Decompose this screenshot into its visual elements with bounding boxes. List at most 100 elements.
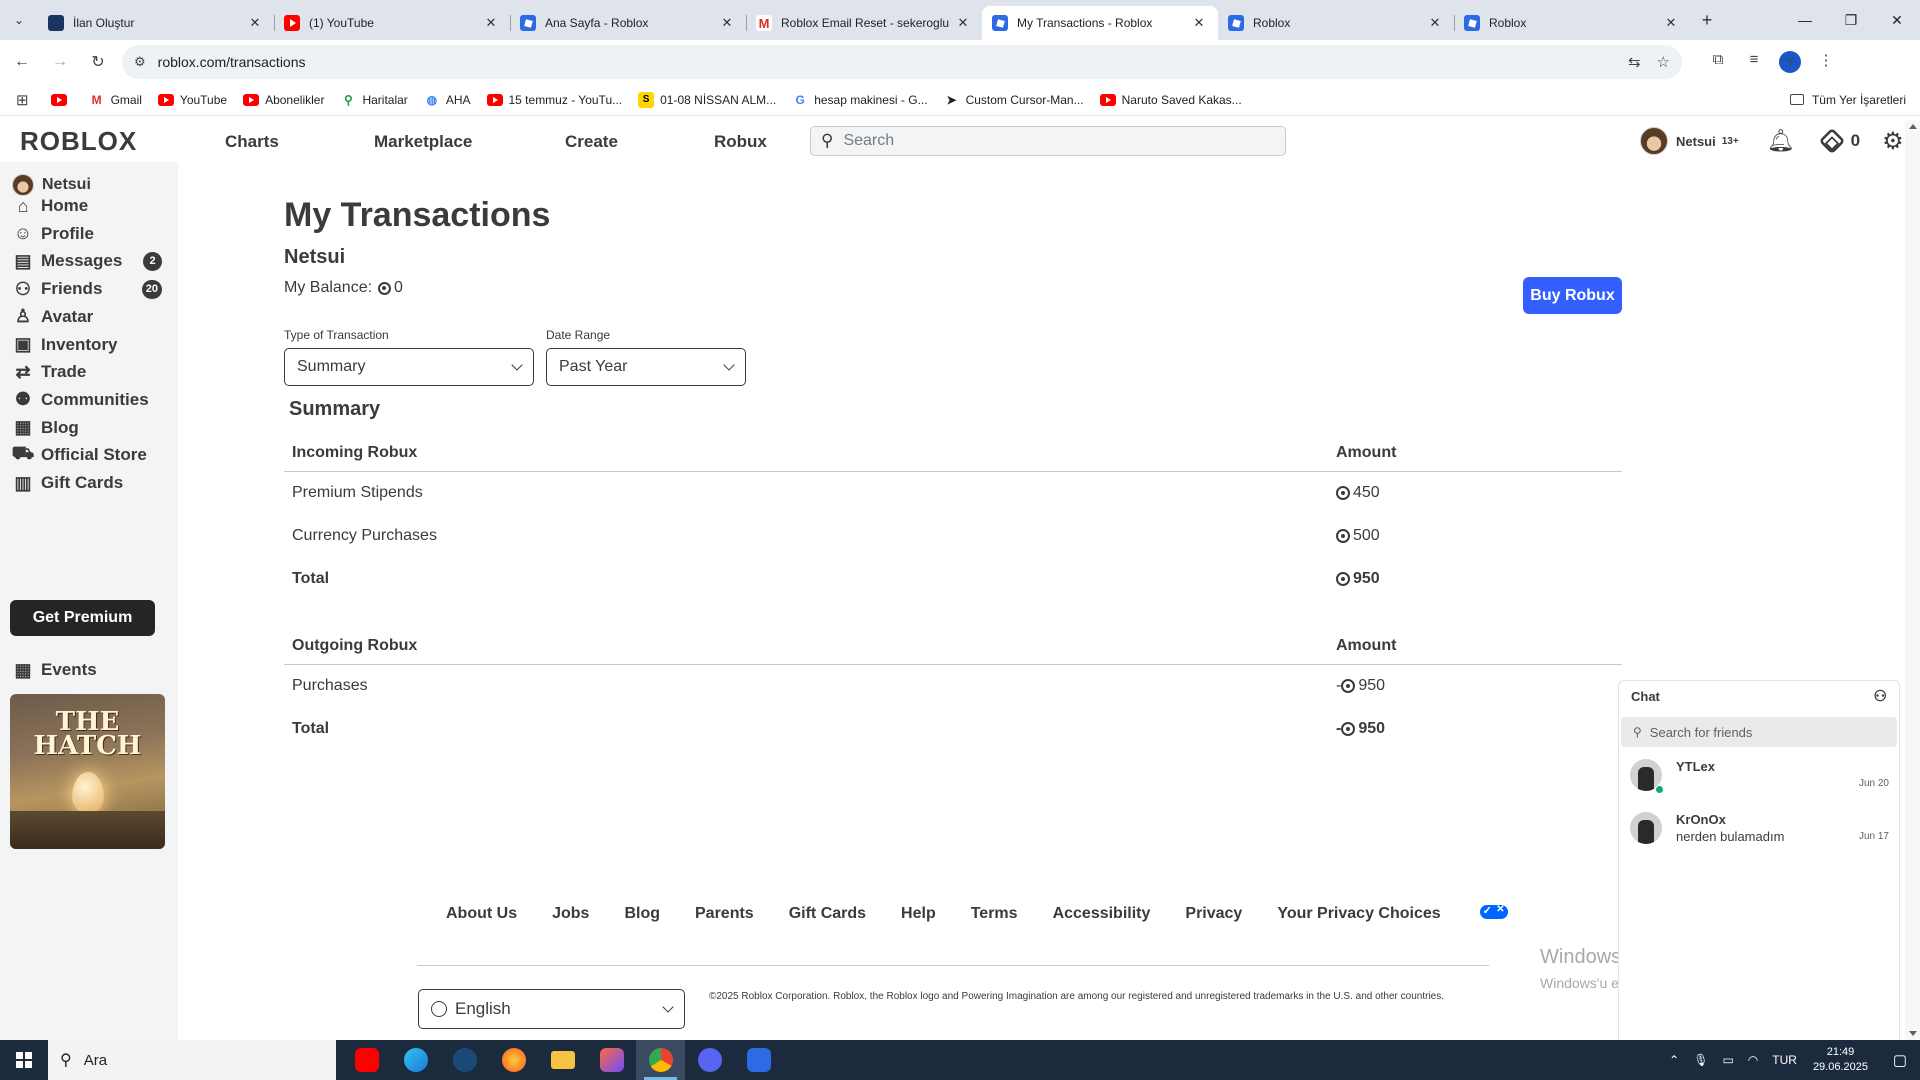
- footer-link-jobs[interactable]: Jobs: [552, 905, 589, 923]
- bookmark-item[interactable]: YouTube: [157, 92, 227, 108]
- scroll-down-icon[interactable]: [1909, 1031, 1917, 1036]
- bookmark-item[interactable]: 15 temmuz - YouTu...: [486, 92, 622, 108]
- footer-link-help[interactable]: Help: [901, 905, 936, 923]
- settings-gear-icon[interactable]: ⚙: [1882, 127, 1904, 156]
- close-tab-icon[interactable]: ✕: [954, 15, 972, 31]
- privacy-choices-icon[interactable]: [1479, 904, 1508, 919]
- nav-charts[interactable]: Charts: [225, 132, 279, 152]
- close-tab-icon[interactable]: ✕: [246, 15, 264, 31]
- sidebar-item-inventory[interactable]: ▣ Inventory: [12, 330, 162, 360]
- nav-create[interactable]: Create: [565, 132, 618, 152]
- translate-icon[interactable]: ⇆: [1628, 53, 1641, 71]
- back-icon[interactable]: ←: [6, 53, 38, 71]
- get-premium-button[interactable]: Get Premium: [10, 600, 155, 636]
- url-text[interactable]: roblox.com/transactions: [158, 54, 1612, 70]
- taskbar-roblox[interactable]: [734, 1040, 783, 1080]
- profile-avatar[interactable]: Y: [1779, 51, 1801, 73]
- display-icon[interactable]: ▭: [1722, 1053, 1733, 1067]
- taskbar-youtube[interactable]: [342, 1040, 391, 1080]
- bookmark-item[interactable]: M Gmail: [89, 92, 142, 108]
- reload-icon[interactable]: ↻: [82, 52, 114, 72]
- robux-balance[interactable]: 0: [1851, 131, 1860, 151]
- taskbar-chrome[interactable]: [636, 1040, 685, 1080]
- apps-grid-icon[interactable]: ⊞: [16, 91, 29, 109]
- site-settings-icon[interactable]: ⚙: [134, 54, 146, 70]
- sidebar-item-profile[interactable]: ☺ Profile: [12, 219, 162, 249]
- tab-search-icon[interactable]: ⌄: [0, 0, 38, 40]
- bookmark-item[interactable]: ➤ Custom Cursor-Man...: [944, 92, 1084, 108]
- media-control-icon[interactable]: ≡: [1736, 51, 1772, 73]
- footer-link-blog[interactable]: Blog: [624, 905, 660, 923]
- sidebar-item-friends[interactable]: ⚇ Friends 20: [12, 274, 162, 304]
- language-select[interactable]: English: [418, 989, 685, 1029]
- buy-robux-button[interactable]: Buy Robux: [1523, 277, 1622, 314]
- sidebar-item-trade[interactable]: ⇄ Trade: [12, 357, 162, 387]
- bookmark-item[interactable]: Abonelikler: [243, 92, 324, 108]
- microphone-icon[interactable]: 🎙︎: [1693, 1053, 1708, 1067]
- footer-link-parents[interactable]: Parents: [695, 905, 754, 923]
- transaction-type-select[interactable]: Summary: [284, 348, 534, 386]
- network-icon[interactable]: ◠: [1748, 1053, 1758, 1067]
- chat-friend-item[interactable]: KrOnOx nerden bulamadım Jun 17: [1619, 804, 1899, 853]
- extensions-icon[interactable]: ⧉: [1700, 51, 1736, 73]
- restore-icon[interactable]: ❐: [1828, 12, 1874, 29]
- bookmark-item[interactable]: Ghesap makinesi - G...: [792, 92, 928, 108]
- bookmark-item[interactable]: ⚲ Haritalar: [340, 92, 408, 108]
- robux-icon[interactable]: [1818, 127, 1845, 155]
- taskbar-steam[interactable]: [440, 1040, 489, 1080]
- header-avatar[interactable]: [1640, 127, 1668, 155]
- chat-friend-item[interactable]: YTLex Jun 20: [1619, 751, 1899, 800]
- bookmark-item[interactable]: S 01-08 NİSSAN ALM...: [638, 91, 776, 108]
- nav-marketplace[interactable]: Marketplace: [374, 132, 472, 152]
- close-tab-icon[interactable]: ✕: [482, 15, 500, 31]
- footer-link-terms[interactable]: Terms: [971, 905, 1018, 923]
- browser-tab[interactable]: M Roblox Email Reset - sekeroglu ✕: [746, 6, 982, 40]
- browser-tab[interactable]: İlan Oluştur ✕: [38, 6, 274, 40]
- notifications-icon[interactable]: ▢: [1880, 1040, 1920, 1080]
- sidebar-item-messages[interactable]: ▤ Messages 2: [12, 246, 162, 276]
- footer-link-your-privacy-choices[interactable]: Your Privacy Choices: [1277, 905, 1440, 923]
- browser-tab[interactable]: (1) YouTube ✕: [274, 6, 510, 40]
- bookmark-item[interactable]: Naruto Saved Kakas...: [1099, 92, 1242, 108]
- page-scrollbar[interactable]: [1905, 120, 1920, 1040]
- forward-icon[interactable]: →: [44, 53, 76, 71]
- close-window-icon[interactable]: ✕: [1874, 12, 1920, 29]
- browser-tab[interactable]: My Transactions - Roblox ✕: [982, 6, 1218, 40]
- tray-chevron-icon[interactable]: ⌃: [1669, 1053, 1679, 1067]
- footer-link-privacy[interactable]: Privacy: [1185, 905, 1242, 923]
- taskbar-edge[interactable]: [391, 1040, 440, 1080]
- browser-tab[interactable]: Ana Sayfa - Roblox ✕: [510, 6, 746, 40]
- close-tab-icon[interactable]: ✕: [1190, 15, 1208, 31]
- date-range-select[interactable]: Past Year: [546, 348, 746, 386]
- new-tab-button[interactable]: +: [1690, 10, 1724, 31]
- event-banner-the-hatch[interactable]: THE HATCH: [10, 694, 165, 849]
- taskbar-discord[interactable]: [685, 1040, 734, 1080]
- scroll-up-icon[interactable]: [1909, 124, 1917, 129]
- taskbar-search[interactable]: ⚲ Ara: [48, 1040, 336, 1080]
- bookmark-item[interactable]: ◍ AHA: [424, 92, 471, 108]
- taskbar-app[interactable]: [587, 1040, 636, 1080]
- add-friend-icon[interactable]: ⚇: [1874, 687, 1887, 705]
- taskbar-explorer[interactable]: [538, 1040, 587, 1080]
- notifications-bell-icon[interactable]: 🔔︎: [1767, 128, 1795, 154]
- sidebar-item-gift-cards[interactable]: ▥ Gift Cards: [12, 468, 162, 498]
- search-input[interactable]: ⚲ Search: [810, 126, 1286, 156]
- bookmark-star-icon[interactable]: ☆: [1657, 53, 1670, 71]
- sidebar-item-home[interactable]: ⌂ Home: [12, 191, 162, 221]
- clock[interactable]: 21:49 29.06.2025: [1813, 1045, 1868, 1075]
- close-tab-icon[interactable]: ✕: [1426, 15, 1444, 31]
- roblox-logo[interactable]: ROBLOX: [20, 126, 200, 157]
- close-tab-icon[interactable]: ✕: [718, 15, 736, 31]
- omnibox[interactable]: ⚙ roblox.com/transactions ⇆ ☆: [122, 45, 1682, 79]
- friend-search-input[interactable]: ⚲ Search for friends: [1621, 717, 1897, 747]
- close-tab-icon[interactable]: ✕: [1662, 15, 1680, 31]
- browser-tab[interactable]: Roblox ✕: [1454, 6, 1690, 40]
- minimize-icon[interactable]: —: [1782, 12, 1828, 29]
- header-username[interactable]: Netsui: [1676, 134, 1716, 149]
- footer-link-about-us[interactable]: About Us: [446, 905, 517, 923]
- start-button[interactable]: [0, 1040, 48, 1080]
- footer-link-gift-cards[interactable]: Gift Cards: [789, 905, 866, 923]
- nav-robux[interactable]: Robux: [714, 132, 767, 152]
- bookmark-item[interactable]: [50, 92, 73, 108]
- chrome-menu-icon[interactable]: ⋮: [1808, 51, 1844, 73]
